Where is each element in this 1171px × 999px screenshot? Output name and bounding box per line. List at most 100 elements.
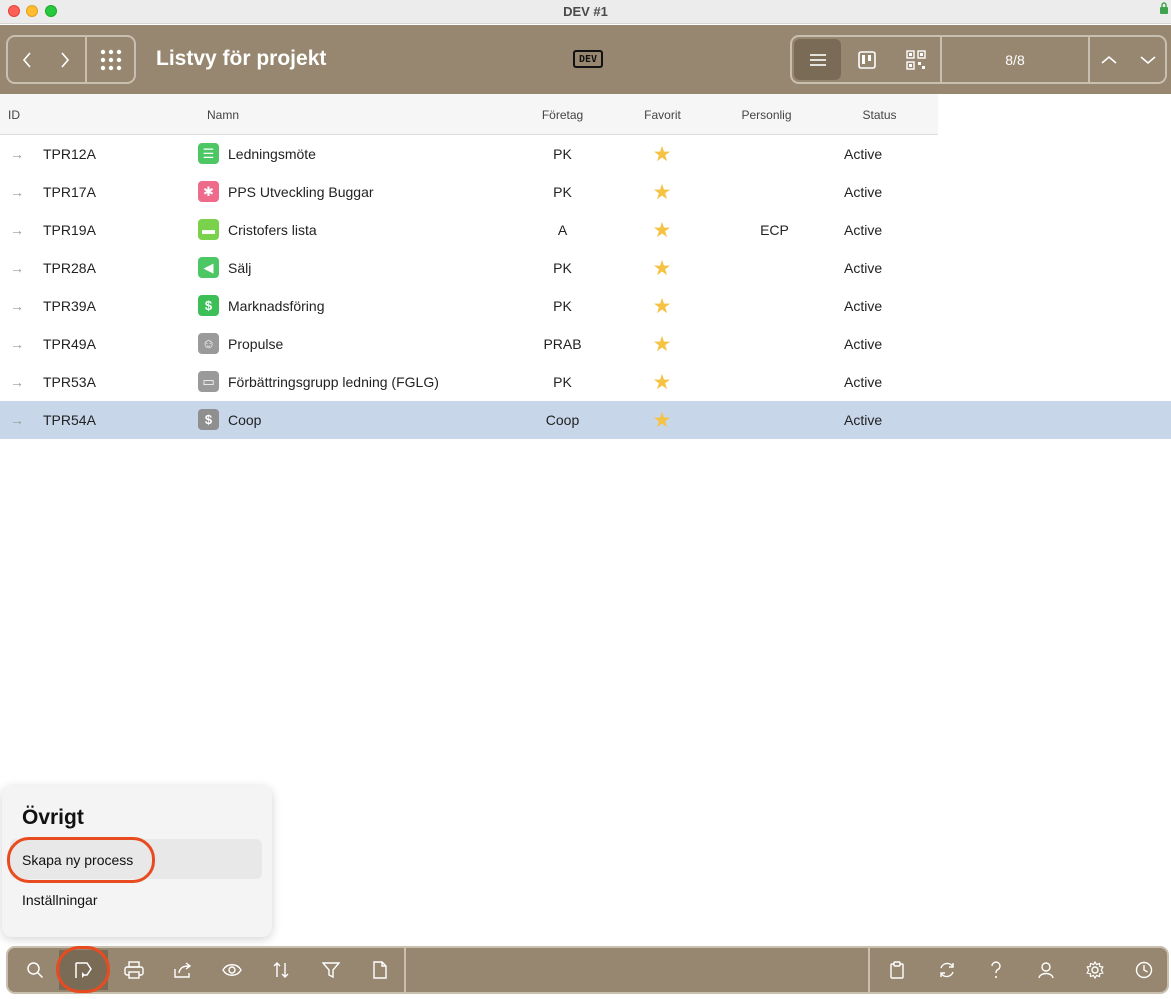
project-table: ID Namn Företag Favorit Personlig Status… [0, 94, 1171, 439]
favorite-star-icon[interactable]: ★ [651, 256, 673, 281]
favorite-star-icon[interactable]: ★ [651, 218, 673, 243]
sort-button[interactable] [256, 950, 305, 990]
column-header-name[interactable]: Namn [207, 108, 239, 122]
column-header-status[interactable]: Status [829, 108, 930, 122]
chevron-left-icon [22, 51, 31, 68]
status: Active [844, 336, 883, 352]
filter-button[interactable] [306, 950, 355, 990]
column-header-company[interactable]: Företag [512, 108, 613, 122]
status: Active [844, 374, 883, 390]
list-view-button[interactable] [794, 39, 841, 80]
header-toolbar: Listvy för projekt DEV 8/8 [0, 25, 1171, 94]
personal: ECP [760, 222, 789, 238]
row-arrow-icon[interactable]: → [10, 336, 24, 352]
app-grid-button[interactable] [87, 37, 134, 82]
project-id: TPR49A [43, 336, 96, 352]
company: PK [553, 298, 572, 314]
sort-icon [273, 962, 288, 978]
status: Active [844, 222, 883, 238]
history-button[interactable] [1119, 950, 1168, 990]
row-arrow-icon[interactable]: → [10, 374, 24, 390]
table-row[interactable]: → TPR49A ☺ Propulse PRAB ★ Active [0, 325, 1171, 363]
status: Active [844, 412, 883, 428]
process-flag-icon [74, 962, 92, 978]
help-button[interactable] [971, 950, 1020, 990]
table-row[interactable]: → TPR53A ▭ Förbättringsgrupp ledning (FGLG)… [0, 363, 1171, 401]
favorite-star-icon[interactable]: ★ [651, 180, 673, 205]
document-button[interactable] [355, 950, 404, 990]
row-arrow-icon[interactable]: → [10, 184, 24, 200]
settings-button[interactable] [1070, 950, 1119, 990]
chevron-down-icon [1140, 55, 1156, 64]
favorite-star-icon[interactable]: ★ [651, 142, 673, 167]
settings-menu-item[interactable]: Inställningar [10, 879, 262, 919]
window-titlebar: DEV #1 [0, 0, 1171, 24]
project-name: Coop [228, 412, 262, 428]
table-row[interactable]: → TPR17A ✱ PPS Utveckling Buggar PK ★ Active [0, 173, 1171, 211]
favorite-star-icon[interactable]: ★ [651, 370, 673, 395]
chevron-right-icon [61, 51, 70, 68]
project-name: Ledningsmöte [228, 146, 316, 162]
create-process-menu-item[interactable]: Skapa ny process [10, 839, 262, 879]
clipboard-button[interactable] [872, 950, 921, 990]
car-icon: ▬ [198, 219, 219, 240]
project-name: Marknadsföring [228, 298, 325, 314]
project-id: TPR54A [43, 412, 96, 428]
print-icon [123, 961, 144, 979]
user-button[interactable] [1021, 950, 1070, 990]
clipboard-icon [889, 961, 904, 979]
project-id: TPR28A [43, 260, 96, 276]
row-arrow-icon[interactable]: → [10, 298, 24, 314]
record-counter: 8/8 [1005, 51, 1025, 68]
kanban-view-button[interactable] [843, 39, 890, 80]
company: PK [553, 184, 572, 200]
list-icon [809, 53, 826, 66]
bottom-toolbar [6, 946, 1169, 994]
project-id: TPR12A [43, 146, 96, 162]
company: PK [553, 146, 572, 162]
refresh-button[interactable] [922, 950, 971, 990]
print-button[interactable] [109, 950, 158, 990]
dollar-icon: $ [198, 409, 219, 430]
back-button[interactable] [8, 37, 46, 82]
refresh-icon [939, 962, 954, 978]
row-arrow-icon[interactable]: → [10, 146, 24, 162]
row-arrow-icon[interactable]: → [10, 222, 24, 238]
status: Active [844, 184, 883, 200]
document-icon [372, 961, 387, 979]
table-row[interactable]: → TPR28A ◀ Sälj PK ★ Active [0, 249, 1171, 287]
status: Active [844, 260, 883, 276]
column-header-favorite[interactable]: Favorit [612, 108, 713, 122]
table-row[interactable]: → TPR12A ☰ Ledningsmöte PK ★ Active [0, 135, 1171, 173]
favorite-star-icon[interactable]: ★ [651, 408, 673, 433]
share-button[interactable] [158, 950, 207, 990]
column-header-id[interactable]: ID [8, 108, 20, 122]
qr-view-button[interactable] [892, 39, 939, 80]
row-arrow-icon[interactable]: → [10, 260, 24, 276]
table-row[interactable]: → TPR54A $ Coop Coop ★ Active [0, 401, 1171, 439]
view-switcher-group: 8/8 [790, 35, 1167, 84]
next-record-button[interactable] [1129, 37, 1167, 82]
project-id: TPR17A [43, 184, 96, 200]
other-menu-popover: Övrigt Skapa ny process Inställningar [2, 786, 272, 937]
favorite-star-icon[interactable]: ★ [651, 332, 673, 357]
company: PK [553, 260, 572, 276]
preview-button[interactable] [207, 950, 256, 990]
monitor-icon: ▭ [198, 371, 219, 392]
process-menu-button[interactable] [59, 950, 108, 990]
megaphone-icon: ◀ [198, 257, 219, 278]
grid-dots-icon [100, 49, 121, 70]
project-name: PPS Utveckling Buggar [228, 184, 374, 200]
table-row[interactable]: → TPR19A ▬ Cristofers lista A ★ ECP Active [0, 211, 1171, 249]
search-button[interactable] [10, 950, 59, 990]
favorite-star-icon[interactable]: ★ [651, 294, 673, 319]
forward-button[interactable] [46, 37, 84, 82]
column-header-personal[interactable]: Personlig [716, 108, 817, 122]
previous-record-button[interactable] [1090, 37, 1128, 82]
table-header: ID Namn Företag Favorit Personlig Status [0, 94, 938, 135]
project-name: Förbättringsgrupp ledning (FGLG) [228, 374, 439, 390]
user-icon [1037, 962, 1054, 979]
row-arrow-icon[interactable]: → [10, 412, 24, 428]
table-row[interactable]: → TPR39A $ Marknadsföring PK ★ Active [0, 287, 1171, 325]
divider [868, 948, 870, 992]
